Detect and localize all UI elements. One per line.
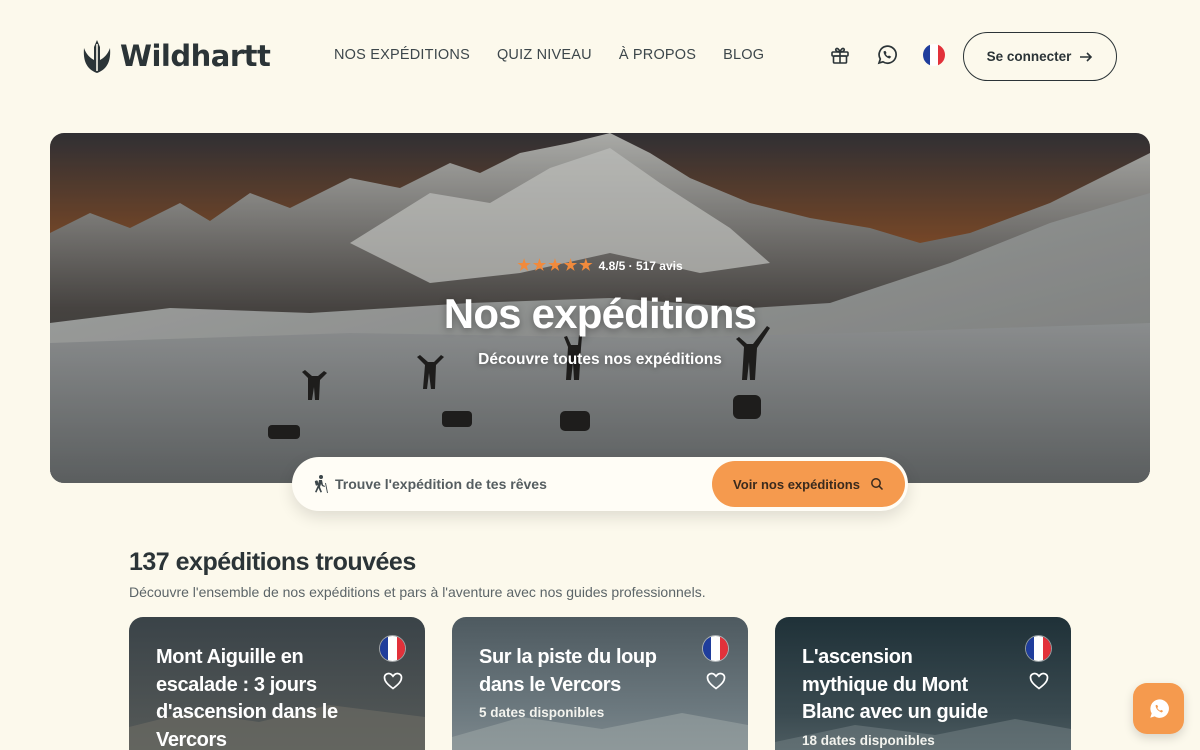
nav-item-blog[interactable]: BLOG [723,47,764,63]
rating-text: 4.8/5 · 517 avis [598,258,683,273]
whatsapp-icon[interactable] [876,44,898,66]
heart-icon[interactable] [383,672,403,690]
see-expeditions-label: Voir nos expéditions [733,476,860,492]
login-button[interactable]: Se connecter [963,32,1117,81]
star-icon: ★ [548,257,562,274]
nav-item-quiz[interactable]: QUIZ NIVEAU [497,47,592,63]
card-title: L'ascension mythique du Mont Blanc avec … [802,646,988,723]
hero-banner: ★ ★ ★ ★ ★ 4.8/5 · 517 avis Nos expéditio… [50,133,1150,483]
page-title: Nos expéditions [443,290,757,337]
nav-item-expeditions[interactable]: NOS EXPÉDITIONS [334,47,470,63]
heart-icon[interactable] [1029,672,1049,690]
brand-logo[interactable]: Wildhartt [82,38,271,74]
star-icon: ★ [532,257,547,274]
see-expeditions-button[interactable]: Voir nos expéditions [712,461,905,507]
expedition-card[interactable]: L'ascension mythique du Mont Blanc avec … [775,617,1071,750]
heart-icon[interactable] [706,672,726,690]
french-flag-icon [380,636,405,661]
results-description: Découvre l'ensemble de nos expéditions e… [129,584,706,600]
magnifier-icon [870,478,883,491]
site-header: Wildhartt NOS EXPÉDITIONS QUIZ NIVEAU À … [0,0,1200,112]
login-button-label: Se connecter [986,49,1072,64]
card-dates: 5 dates disponibles [479,705,605,720]
hero-rating: ★ ★ ★ ★ ★ 4.8/5 · 517 avis [50,258,1150,273]
card-dates: 18 dates disponibles [802,733,935,748]
expedition-card[interactable]: Mont Aiguille en escalade : 3 jours d'as… [129,617,425,750]
brand-name: Wildhartt [120,39,271,73]
french-flag-icon[interactable] [923,44,945,66]
page-subtitle: Découvre toutes nos expéditions [478,351,722,368]
card-title: Mont Aiguille en escalade : 3 jours d'as… [156,646,338,750]
hiker-icon [314,475,328,494]
expedition-card[interactable]: Sur la piste du loup dans le Vercors 5 d… [452,617,748,750]
gift-icon[interactable] [829,44,851,66]
nav-item-about[interactable]: À PROPOS [619,47,696,63]
search-input[interactable] [335,471,695,497]
star-icon: ★ [579,257,593,274]
leaf-logo-icon [83,40,111,73]
french-flag-icon [1026,636,1051,661]
arrow-right-icon [1080,51,1093,62]
french-flag-icon [703,636,728,661]
star-icon: ★ [517,257,531,274]
card-title: Sur la piste du loup dans le Vercors [479,646,657,696]
rating-stars: ★ ★ ★ ★ ★ [517,258,592,273]
chat-button[interactable] [1133,683,1184,734]
main-nav: NOS EXPÉDITIONS QUIZ NIVEAU À PROPOS BLO… [334,47,764,63]
star-icon: ★ [563,257,578,274]
results-title: 137 expéditions trouvées [129,548,416,576]
whatsapp-icon [1149,698,1169,718]
expedition-search-bar: Voir nos expéditions [292,457,908,511]
